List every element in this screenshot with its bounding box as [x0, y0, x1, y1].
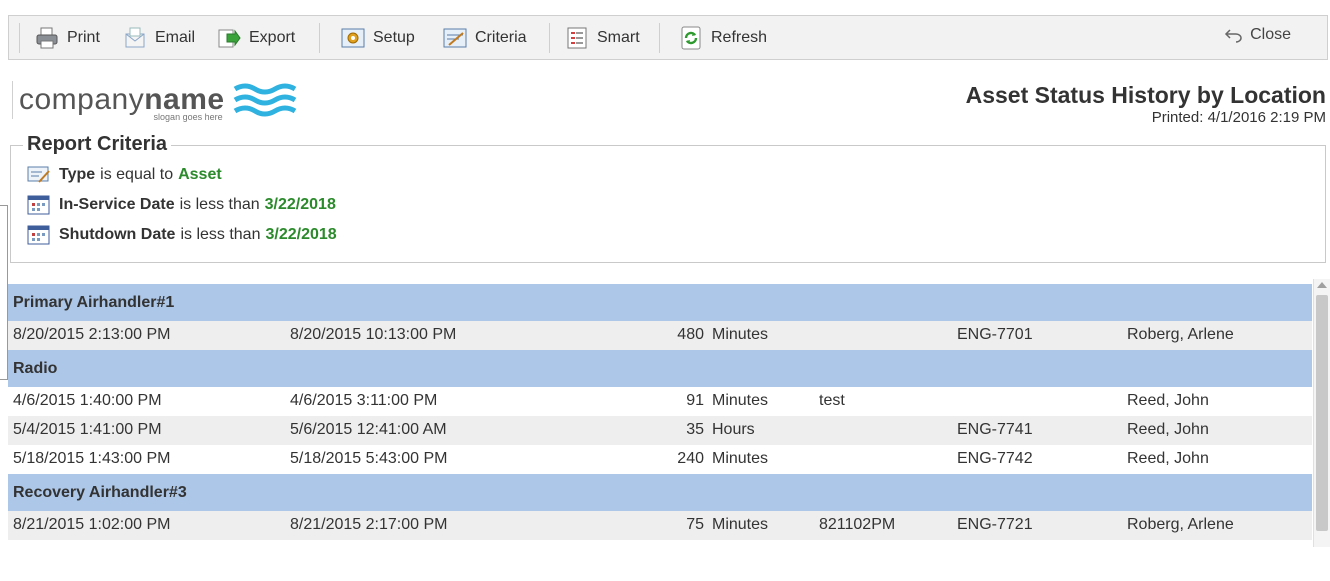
group-header: Primary Airhandler#1 — [8, 284, 1312, 321]
print-button[interactable]: Print — [35, 24, 100, 52]
scroll-up-arrow-icon[interactable] — [1317, 282, 1327, 288]
calendar-icon — [27, 195, 50, 215]
scroll-thumb[interactable] — [1316, 295, 1328, 531]
criteria-legend: Report Criteria — [23, 133, 172, 156]
group-header: Radio — [8, 350, 1312, 387]
toolbar-separator — [319, 23, 320, 53]
report-title: Asset Status History by Location — [965, 82, 1326, 108]
logo-slogan: slogan goes here — [153, 112, 223, 122]
logo-divider — [12, 81, 13, 119]
group-header: Recovery Airhandler#3 — [8, 474, 1312, 511]
smart-icon — [567, 27, 587, 49]
criteria-item: Shutdown Date is less than 3/22/2018 — [27, 224, 337, 246]
export-button[interactable]: Export — [217, 24, 295, 52]
table-row: 8/21/2015 1:02:00 PM 8/21/2015 2:17:00 P… — [8, 511, 1312, 540]
criteria-item: In-Service Date is less than 3/22/2018 — [27, 194, 336, 216]
side-panel-handle[interactable] — [0, 205, 8, 380]
smart-button[interactable]: Smart — [565, 24, 640, 52]
criteria-icon — [443, 28, 467, 48]
email-icon — [125, 27, 145, 48]
setup-icon — [341, 28, 365, 48]
refresh-icon — [681, 26, 701, 50]
company-logo: companyname slogan goes here — [12, 80, 297, 123]
logo-text: companyname slogan goes here — [19, 83, 225, 123]
table-row: 4/6/2015 1:40:00 PM 4/6/2015 3:11:00 PM … — [13, 392, 1209, 409]
type-icon — [27, 166, 50, 183]
toolbar-separator — [659, 23, 660, 53]
table-row: 5/4/2015 1:41:00 PM 5/6/2015 12:41:00 AM… — [8, 416, 1312, 445]
table-row: 5/18/2015 1:43:00 PM 5/18/2015 5:43:00 P… — [13, 450, 1209, 467]
calendar-icon — [27, 225, 50, 245]
setup-button[interactable]: Setup — [341, 24, 415, 52]
undo-arrow-icon — [1225, 29, 1242, 43]
table-row: 8/20/2015 2:13:00 PM 8/20/2015 10:13:00 … — [8, 321, 1312, 350]
export-icon — [218, 29, 241, 48]
waves-icon — [233, 83, 296, 117]
report-grid: Primary Airhandler#1 8/20/2015 2:13:00 P… — [8, 284, 1312, 540]
criteria-item: Type is equal to Asset — [27, 164, 222, 186]
toolbar-separator — [19, 23, 20, 53]
toolbar-separator — [549, 23, 550, 53]
vertical-scrollbar[interactable] — [1313, 279, 1330, 547]
logo-light-text: company — [19, 83, 145, 116]
printer-icon — [36, 27, 58, 49]
close-button[interactable]: Close — [1224, 26, 1291, 44]
email-button[interactable]: Email — [123, 24, 195, 52]
printed-timestamp: Printed: 4/1/2016 2:19 PM — [1151, 109, 1326, 126]
report-criteria: Report Criteria Type is equal to Asset I… — [10, 133, 1326, 263]
toolbar: Print Email Export Setup Criteria Smart … — [8, 15, 1328, 60]
refresh-button[interactable]: Refresh — [679, 24, 767, 52]
criteria-button[interactable]: Criteria — [443, 24, 527, 52]
